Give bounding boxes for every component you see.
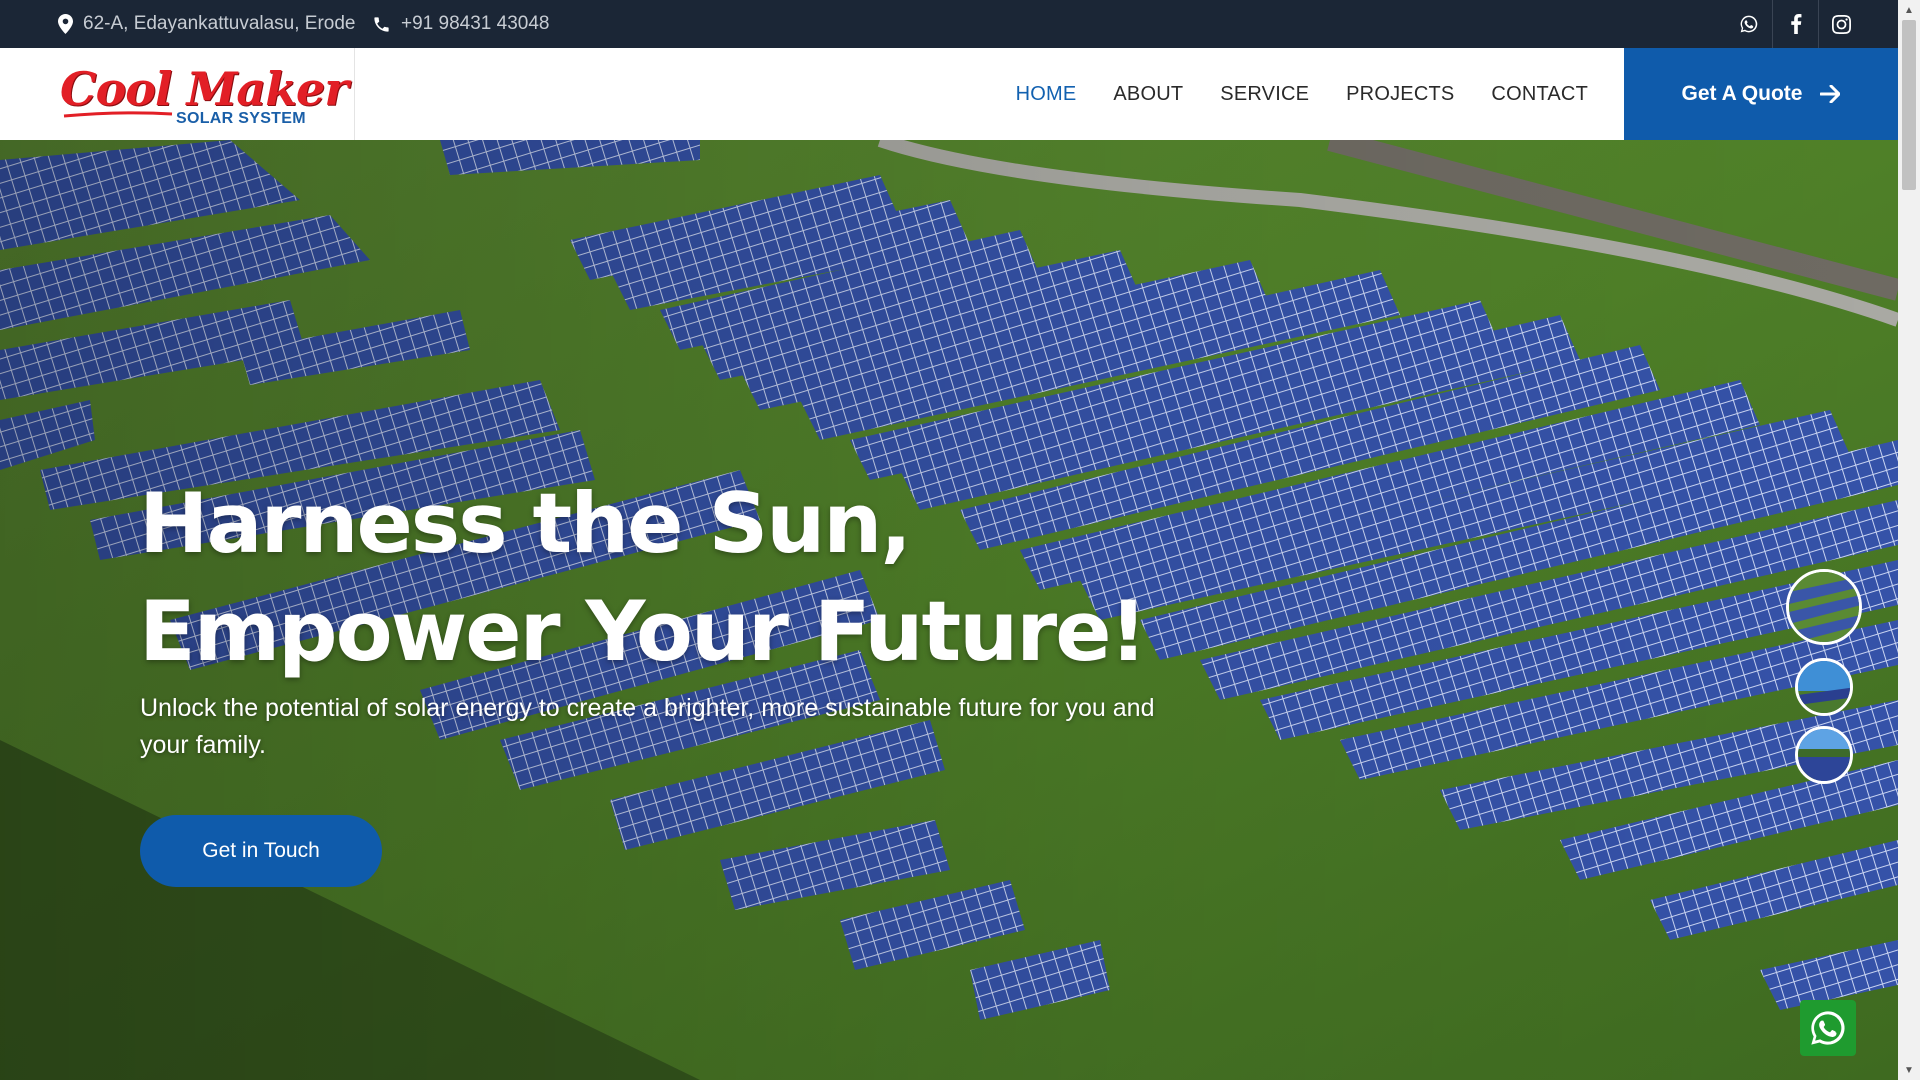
hero-section: Harness the Sun, Empower Your Future! Un…: [0, 140, 1898, 1080]
slide-thumbnail-3[interactable]: [1795, 726, 1853, 784]
logo-wordmark: Cool Maker: [60, 62, 349, 116]
whatsapp-float-button[interactable]: [1800, 1000, 1856, 1056]
facebook-link[interactable]: [1772, 0, 1818, 48]
scroll-down-arrow-icon[interactable]: ▼: [1898, 1060, 1920, 1080]
map-pin-icon: [58, 14, 73, 34]
whatsapp-icon: [1811, 1011, 1845, 1045]
instagram-link[interactable]: [1818, 0, 1864, 48]
hero-title-line1: Harness the Sun,: [139, 475, 912, 572]
phone-info[interactable]: +91 98431 43048: [372, 0, 549, 48]
main-header: Cool Maker SOLAR SYSTEM HOME ABOUT SERVI…: [0, 48, 1898, 140]
facebook-icon: [1790, 14, 1801, 34]
get-in-touch-button[interactable]: Get in Touch: [140, 815, 382, 887]
address-text: 62-A, Edayankattuvalasu, Erode: [83, 13, 356, 34]
get-quote-button[interactable]: Get A Quote: [1624, 48, 1898, 140]
hero-title-line2: Empower Your Future!: [139, 583, 1147, 680]
slide-thumbnail-1[interactable]: [1786, 569, 1862, 645]
instagram-icon: [1832, 14, 1851, 34]
nav-about[interactable]: ABOUT: [1113, 83, 1183, 106]
get-quote-label: Get A Quote: [1681, 82, 1803, 105]
address-info: 62-A, Edayankattuvalasu, Erode: [58, 0, 356, 48]
whatsapp-icon: [1740, 15, 1758, 33]
logo[interactable]: Cool Maker SOLAR SYSTEM: [0, 48, 355, 140]
hero-title: Harness the Sun, Empower Your Future!: [139, 470, 1147, 686]
hero-lead: Unlock the potential of solar energy to …: [140, 694, 1155, 759]
nav-projects[interactable]: PROJECTS: [1346, 83, 1454, 106]
slide-thumbnail-2[interactable]: [1795, 658, 1853, 716]
phone-icon: [374, 16, 389, 32]
social-spacer: [1864, 0, 1898, 48]
nav-service[interactable]: SERVICE: [1220, 83, 1309, 106]
page-scrollbar[interactable]: ▲ ▼: [1898, 0, 1920, 1080]
nav-home[interactable]: HOME: [1016, 83, 1077, 106]
social-links: [1726, 0, 1898, 48]
nav-contact[interactable]: CONTACT: [1491, 83, 1588, 106]
arrow-right-icon: [1820, 85, 1841, 103]
main-nav: HOME ABOUT SERVICE PROJECTS CONTACT: [1016, 48, 1588, 140]
phone-text: +91 98431 43048: [401, 13, 550, 34]
scrollbar-thumb[interactable]: [1902, 20, 1916, 190]
logo-subtitle: SOLAR SYSTEM: [176, 110, 306, 127]
top-bar: 62-A, Edayankattuvalasu, Erode +91 98431…: [0, 0, 1898, 48]
scroll-up-arrow-icon[interactable]: ▲: [1898, 0, 1920, 20]
whatsapp-link[interactable]: [1726, 0, 1772, 48]
